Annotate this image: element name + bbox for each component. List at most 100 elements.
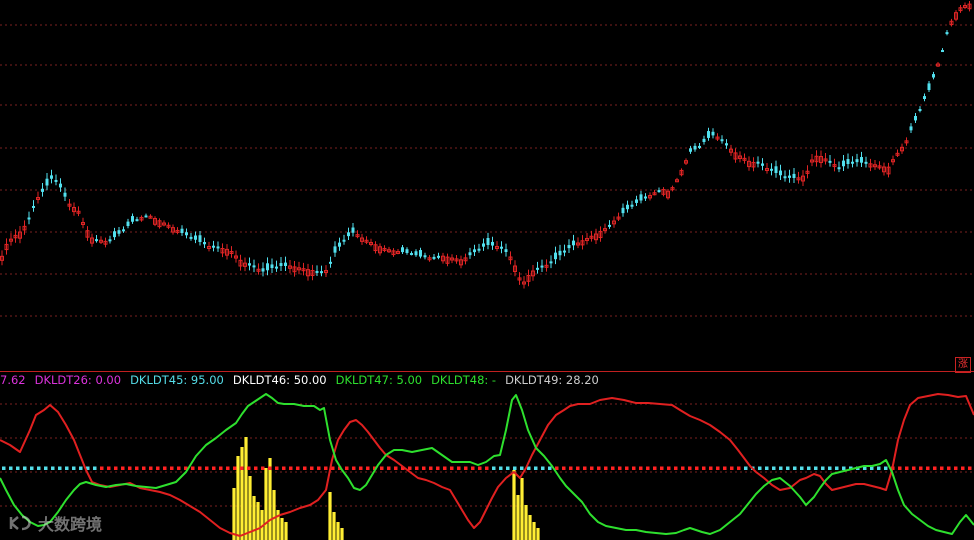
midline-dot <box>149 466 153 470</box>
midline-dot <box>429 466 433 470</box>
midline-dot <box>793 466 797 470</box>
midline-dot <box>128 466 132 470</box>
midline-dot <box>240 466 244 470</box>
midline-dot <box>436 466 440 470</box>
midline-dot <box>275 466 279 470</box>
midline-dot <box>632 466 636 470</box>
watermark-logo-icon <box>9 515 31 531</box>
midline-dot <box>541 466 545 470</box>
midline-dot <box>954 466 958 470</box>
rise-badge: 涨 <box>955 357 971 373</box>
midline-dot <box>352 466 356 470</box>
midline-dot <box>142 466 146 470</box>
midline-dot <box>492 466 496 470</box>
candle-body <box>95 239 98 242</box>
candle-body <box>279 263 283 266</box>
candle-body <box>941 50 944 53</box>
midline-dot <box>513 466 517 470</box>
midline-dot <box>37 466 41 470</box>
midline-dot <box>177 466 181 470</box>
candle-body <box>491 241 494 246</box>
candle-body <box>414 251 418 256</box>
midline-dot <box>884 466 888 470</box>
midline-dot <box>303 466 307 470</box>
midline-dot <box>912 466 916 470</box>
candle-body <box>918 108 922 111</box>
midline-dot <box>744 466 748 470</box>
midline-dot <box>219 466 223 470</box>
candle-body <box>266 263 269 271</box>
midline-dot <box>898 466 902 470</box>
candle-body <box>284 262 287 266</box>
midline-dot <box>758 466 762 470</box>
candle-body <box>117 230 121 234</box>
midline-dot <box>387 466 391 470</box>
yellow-bar <box>516 495 520 540</box>
chart-stage: 7.62 DKLDT26: 0.00 DKLDT45: 95.00 DKLDT46: … <box>0 0 974 540</box>
candle-body <box>405 249 409 253</box>
candle-body <box>342 239 346 242</box>
candle-body <box>639 194 643 201</box>
midline-dot <box>506 466 510 470</box>
midline-dot <box>590 466 594 470</box>
midline-dot <box>877 466 881 470</box>
candle-body <box>32 205 35 208</box>
midline-dot <box>625 466 629 470</box>
midline-dot <box>681 466 685 470</box>
candle-body <box>189 236 193 239</box>
midline-dot <box>457 466 461 470</box>
indicator-label-4: DKLDT47: 5.00 <box>335 373 423 387</box>
midline-dot <box>772 466 776 470</box>
candle-body <box>725 143 728 146</box>
midline-dot <box>226 466 230 470</box>
yellow-bar <box>236 456 240 540</box>
midline-dot <box>93 466 97 470</box>
candle-body <box>27 217 31 220</box>
midline-dot <box>23 466 27 470</box>
watermark: 大数跨境 <box>8 511 102 535</box>
candle-body <box>144 215 148 218</box>
yellow-bar <box>232 488 236 540</box>
midline-dot <box>58 466 62 470</box>
candle-body <box>338 242 341 247</box>
candle-body <box>846 159 850 164</box>
midline-dot <box>723 466 727 470</box>
candle-body <box>567 245 571 249</box>
midline-dot <box>667 466 671 470</box>
candle-body <box>644 196 647 199</box>
midline-dot <box>646 466 650 470</box>
candle-body <box>572 240 575 246</box>
candle-body <box>248 263 251 266</box>
candle-body <box>711 131 715 136</box>
candle-body <box>410 253 413 256</box>
midline-dot <box>464 466 468 470</box>
midline-dot <box>114 466 118 470</box>
candle-body <box>347 232 350 237</box>
yellow-bar <box>524 505 528 540</box>
midline-dot <box>100 466 104 470</box>
yellow-bar <box>532 522 536 540</box>
yellow-bar <box>248 476 252 540</box>
midline-dot <box>842 466 846 470</box>
yellow-bar <box>264 468 268 540</box>
yellow-bar <box>328 492 332 540</box>
candle-body <box>473 249 476 253</box>
candle-body <box>788 175 791 178</box>
candle-body <box>621 207 625 214</box>
midline-dot <box>233 466 237 470</box>
candle-body <box>198 235 202 242</box>
midline-dot <box>478 466 482 470</box>
midline-dot <box>443 466 447 470</box>
midline-dot <box>828 466 832 470</box>
midline-dot <box>163 466 167 470</box>
candle-body <box>756 161 760 164</box>
midline-dot <box>499 466 503 470</box>
midline-dot <box>947 466 951 470</box>
yellow-bar <box>280 518 284 540</box>
midline-dot <box>268 466 272 470</box>
candle-body <box>855 159 859 163</box>
midline-dot <box>212 466 216 470</box>
candle-body <box>945 32 949 35</box>
midline-dot <box>359 466 363 470</box>
candle-body <box>122 229 125 232</box>
